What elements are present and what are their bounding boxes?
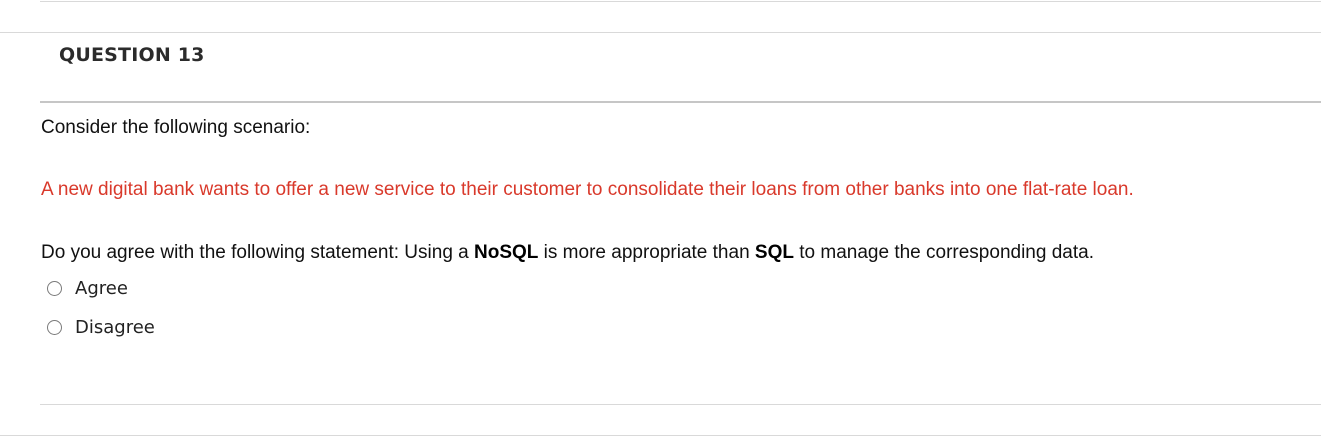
title-divider [40,101,1321,103]
bottom-divider [40,404,1321,405]
statement-prefix: Do you agree with the following statemen… [41,242,475,263]
top-divider [40,1,1321,2]
disagree-radio-button[interactable] [47,319,62,335]
statement-term-nosql: NoSQL [474,242,539,263]
question-title: QUESTION 13 [59,44,205,66]
agree-label[interactable]: Agree [75,278,128,299]
statement-suffix: to manage the corresponding data. [793,242,1094,263]
disagree-label[interactable]: Disagree [75,317,155,338]
scenario-intro: Consider the following scenario: [41,117,311,138]
footer-divider [0,435,1321,436]
scenario-description: A new digital bank wants to offer a new … [41,179,1134,200]
agree-radio-button[interactable] [47,280,62,296]
option-disagree[interactable]: Disagree [47,316,155,338]
statement-middle: is more appropriate than [538,242,755,263]
option-agree[interactable]: Agree [47,277,128,299]
header-divider [0,32,1321,33]
question-statement: Do you agree with the following statemen… [41,242,1094,264]
statement-term-sql: SQL [754,242,794,263]
